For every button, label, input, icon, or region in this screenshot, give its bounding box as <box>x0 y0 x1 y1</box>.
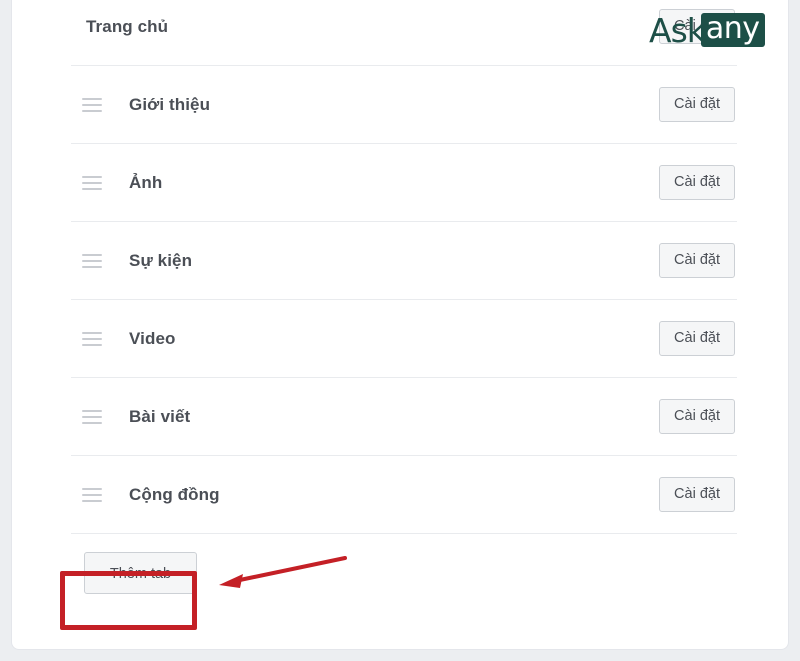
settings-button[interactable]: Cài đặt <box>659 9 735 44</box>
settings-button[interactable]: Cài đặt <box>659 165 735 200</box>
tabs-settings-card: Trang chủ Cài đặt Giới thiệu Cài đặt Ảnh Cài … <box>11 0 789 650</box>
tab-label: Giới thiệu <box>129 94 211 114</box>
drag-handle-icon[interactable] <box>82 170 108 196</box>
tab-label: Bài viết <box>129 406 191 426</box>
tab-label: Trang chủ <box>86 16 169 36</box>
tab-label: Sự kiện <box>129 250 193 270</box>
settings-button[interactable]: Cài đặt <box>659 87 735 122</box>
tab-row[interactable]: Bài viết Cài đặt <box>71 377 737 455</box>
drag-handle-icon[interactable] <box>82 482 108 508</box>
tabs-list: Trang chủ Cài đặt Giới thiệu Cài đặt Ảnh Cài … <box>71 0 737 630</box>
settings-button[interactable]: Cài đặt <box>659 477 735 512</box>
tab-row[interactable]: Trang chủ Cài đặt <box>71 0 737 65</box>
tab-label: Video <box>129 328 176 348</box>
drag-handle-icon[interactable] <box>82 248 108 274</box>
add-tab-zone: Thêm tab <box>71 533 737 630</box>
drag-handle-icon[interactable] <box>82 404 108 430</box>
settings-button[interactable]: Cài đặt <box>659 243 735 278</box>
tab-row[interactable]: Video Cài đặt <box>71 299 737 377</box>
tab-label: Cộng đồng <box>129 484 220 504</box>
settings-button[interactable]: Cài đặt <box>659 321 735 356</box>
tab-row[interactable]: Cộng đồng Cài đặt <box>71 455 737 533</box>
settings-button[interactable]: Cài đặt <box>659 399 735 434</box>
tab-row[interactable]: Ảnh Cài đặt <box>71 143 737 221</box>
drag-handle-icon[interactable] <box>82 326 108 352</box>
tab-label: Ảnh <box>129 172 163 192</box>
drag-handle-icon[interactable] <box>82 92 108 118</box>
tab-row[interactable]: Giới thiệu Cài đặt <box>71 65 737 143</box>
tab-row[interactable]: Sự kiện Cài đặt <box>71 221 737 299</box>
add-tab-button[interactable]: Thêm tab <box>84 552 197 594</box>
